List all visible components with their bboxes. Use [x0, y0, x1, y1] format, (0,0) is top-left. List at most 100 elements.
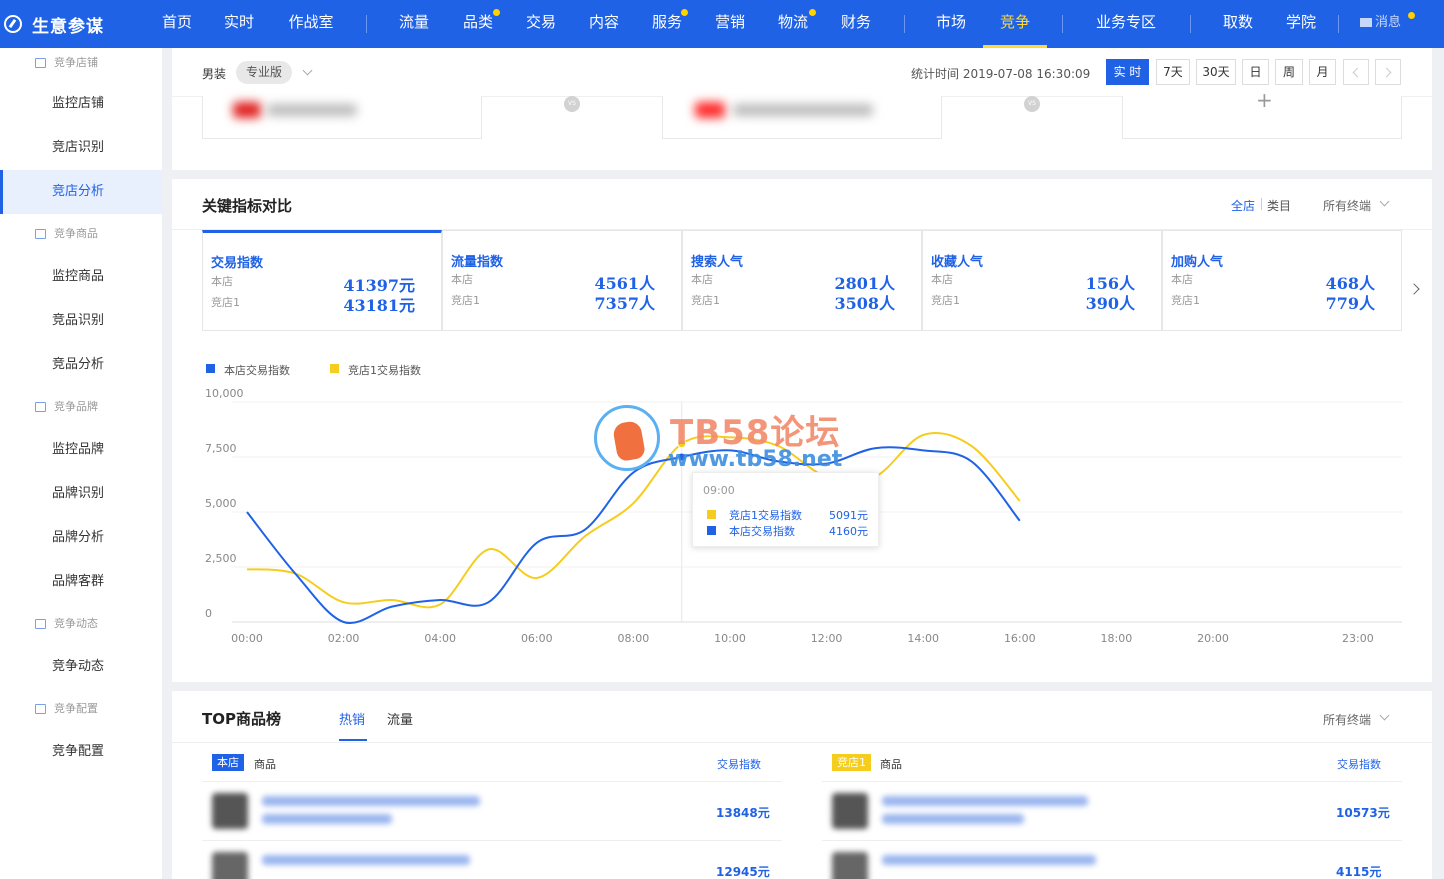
- nav-category[interactable]: 品类: [461, 0, 495, 48]
- metric-self-label: 本店: [1171, 273, 1193, 286]
- metric-card-search[interactable]: 搜索人气 本店 竞店1 2801人 3508人: [682, 230, 922, 331]
- rival-shop-box[interactable]: [662, 96, 942, 139]
- time-30d-button[interactable]: 30天: [1196, 59, 1236, 85]
- scope-category-link[interactable]: 类目: [1267, 197, 1291, 214]
- tooltip-name-self: 本店交易指数: [729, 525, 795, 538]
- time-realtime-button[interactable]: 实 时: [1106, 59, 1149, 85]
- sidebar-item-monitor-products[interactable]: 监控商品: [0, 255, 162, 299]
- nav-trade[interactable]: 交易: [524, 0, 558, 48]
- sidebar-item-monitor-shops[interactable]: 监控店铺: [0, 82, 162, 126]
- metric-card-favorites[interactable]: 收藏人气 本店 竞店1 156人 390人: [922, 230, 1162, 331]
- tab-hot-sales[interactable]: 热销: [339, 709, 365, 728]
- app-logo[interactable]: 生意参谋: [0, 0, 104, 48]
- terminal-dropdown[interactable]: 所有终端: [1323, 711, 1371, 728]
- sidebar-item-config[interactable]: 竞争配置: [0, 730, 162, 774]
- edition-dropdown[interactable]: 专业版: [236, 61, 292, 84]
- metric-card-trade[interactable]: 交易指数 本店 竞店1 41397元 43181元: [202, 230, 442, 331]
- mail-icon: [1360, 18, 1372, 27]
- sidebar-item-monitor-brands[interactable]: 监控品牌: [0, 428, 162, 472]
- legend-swatch-rival: [330, 364, 339, 373]
- x-tick-label: 10:00: [714, 632, 746, 645]
- sidebar-item-analyze-shops[interactable]: 竞店分析: [0, 170, 162, 214]
- active-tab-indicator: [339, 739, 367, 741]
- nav-realtime[interactable]: 实时: [222, 0, 256, 48]
- folder-icon: [35, 704, 46, 714]
- metric-rival-value: 7357人: [594, 294, 655, 313]
- nav-data-fetch[interactable]: 取数: [1221, 0, 1255, 48]
- x-tick-label: 18:00: [1101, 632, 1133, 645]
- nav-competition[interactable]: 竞争: [983, 0, 1047, 48]
- metric-name: 加购人气: [1171, 255, 1224, 270]
- nav-marketing[interactable]: 营销: [713, 0, 747, 48]
- nav-finance[interactable]: 财务: [839, 0, 873, 48]
- sidebar-item-identify-products[interactable]: 竞品识别: [0, 299, 162, 343]
- nav-service[interactable]: 服务: [650, 0, 684, 48]
- divider: [172, 742, 1432, 743]
- hover-point: [677, 439, 687, 449]
- product-trade-index: 4115元: [1336, 865, 1382, 879]
- terminal-dropdown[interactable]: 所有终端: [1323, 197, 1371, 214]
- x-tick-label: 23:00: [1342, 632, 1374, 645]
- tab-traffic[interactable]: 流量: [387, 709, 413, 728]
- x-tick-label: 04:00: [424, 632, 456, 645]
- metric-rival-value: 3508人: [834, 294, 895, 313]
- x-tick-label: 02:00: [328, 632, 360, 645]
- tooltip-value-rival: 5091元: [829, 509, 868, 522]
- message-button[interactable]: 消息: [1360, 0, 1401, 48]
- nav-traffic[interactable]: 流量: [397, 0, 431, 48]
- metric-self-label: 本店: [211, 275, 233, 288]
- y-tick-label: 5,000: [205, 497, 237, 510]
- nav-badge-dot: [493, 9, 500, 16]
- add-shop-box[interactable]: +: [1122, 88, 1402, 139]
- nav-business-zone[interactable]: 业务专区: [1093, 0, 1159, 48]
- column-header-index[interactable]: 交易指数: [1337, 756, 1381, 772]
- sidebar-item-brand-customers[interactable]: 品牌客群: [0, 560, 162, 604]
- sidebar-item-analyze-products[interactable]: 竞品分析: [0, 343, 162, 387]
- nav-divider: [904, 15, 905, 33]
- metrics-title: 关键指标对比: [202, 197, 293, 215]
- sidebar-item-dynamics[interactable]: 竞争动态: [0, 645, 162, 689]
- nav-content[interactable]: 内容: [587, 0, 621, 48]
- prev-date-button[interactable]: [1343, 59, 1369, 85]
- sidebar-group-products: 竞争商品: [0, 219, 162, 249]
- x-tick-label: 20:00: [1197, 632, 1229, 645]
- y-tick-label: 7,500: [205, 442, 237, 455]
- metric-self-label: 本店: [691, 273, 713, 286]
- vs-icon: VS: [564, 96, 580, 112]
- nav-home[interactable]: 首页: [160, 0, 194, 48]
- tooltip-name-rival: 竞店1交易指数: [729, 509, 802, 522]
- tooltip-value-self: 4160元: [829, 525, 868, 538]
- product-trade-index: 10573元: [1336, 806, 1390, 820]
- sidebar-item-analyze-brands[interactable]: 品牌分析: [0, 516, 162, 560]
- time-7d-button[interactable]: 7天: [1156, 59, 1190, 85]
- legend-label-self[interactable]: 本店交易指数: [224, 362, 290, 378]
- next-date-button[interactable]: [1375, 59, 1401, 85]
- sidebar-group-shops: 竞争店铺: [0, 48, 162, 78]
- x-tick-label: 00:00: [231, 632, 263, 645]
- scope-all-link[interactable]: 全店: [1231, 197, 1255, 214]
- product-trade-index: 13848元: [716, 806, 770, 820]
- chevron-left-icon: [1352, 67, 1363, 78]
- nav-market[interactable]: 市场: [934, 0, 968, 48]
- nav-warroom[interactable]: 作战室: [286, 0, 336, 48]
- series-line-rival: [246, 432, 1021, 609]
- self-shop-box[interactable]: [202, 96, 482, 139]
- folder-icon: [35, 58, 46, 68]
- metric-card-traffic[interactable]: 流量指数 本店 竞店1 4561人 7357人: [442, 230, 682, 331]
- legend-label-rival[interactable]: 竞店1交易指数: [348, 362, 421, 378]
- product-title: [262, 814, 392, 824]
- sidebar-item-identify-brands[interactable]: 品牌识别: [0, 472, 162, 516]
- sidebar-item-identify-shops[interactable]: 竞店识别: [0, 126, 162, 170]
- metric-card-cart[interactable]: 加购人气 本店 竞店1 468人 779人: [1162, 230, 1402, 331]
- time-month-button[interactable]: 月: [1309, 59, 1336, 85]
- nav-logistics[interactable]: 物流: [776, 0, 810, 48]
- folder-icon: [35, 402, 46, 412]
- hover-point: [677, 452, 687, 462]
- nav-academy[interactable]: 学院: [1284, 0, 1318, 48]
- column-header-index[interactable]: 交易指数: [717, 756, 761, 772]
- legend-swatch-self: [206, 364, 215, 373]
- time-day-button[interactable]: 日: [1242, 59, 1269, 85]
- time-week-button[interactable]: 周: [1275, 59, 1303, 85]
- metric-rival-label: 竞店1: [691, 294, 720, 307]
- row-divider: [822, 840, 1402, 841]
